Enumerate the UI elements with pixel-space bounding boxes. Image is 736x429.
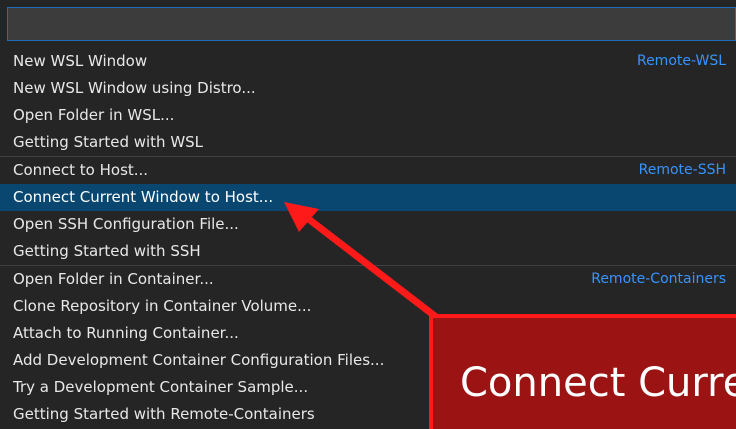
item-label: Getting Started with SSH (13, 242, 201, 260)
item-label: Connect to Host... (13, 161, 149, 179)
list-item[interactable]: Getting Started with SSH (0, 238, 736, 265)
annotation-callout: Connect Curre (429, 314, 736, 429)
group-label: Remote-SSH (638, 162, 726, 178)
selected-list-item[interactable]: Connect Current Window to Host... (0, 184, 736, 211)
item-label: Add Development Container Configuration … (13, 351, 385, 369)
item-label: Attach to Running Container... (13, 324, 239, 342)
search-input[interactable] (7, 7, 736, 41)
list-item[interactable]: Open Folder in Container... Remote-Conta… (0, 266, 736, 293)
item-label: New WSL Window (13, 52, 148, 70)
group-label: Remote-Containers (591, 271, 726, 287)
item-label: New WSL Window using Distro... (13, 79, 256, 97)
list-item[interactable]: Open SSH Configuration File... (0, 211, 736, 238)
group-label: Remote-WSL (636, 53, 726, 69)
item-label: Try a Development Container Sample... (13, 378, 309, 396)
item-label: Getting Started with WSL (13, 133, 204, 151)
list-item[interactable]: Getting Started with WSL (0, 129, 736, 156)
item-label: Clone Repository in Container Volume... (13, 297, 312, 315)
item-label: Open Folder in WSL... (13, 106, 175, 124)
item-label: Connect Current Window to Host... (13, 188, 274, 206)
group-remote-ssh: Connect to Host... Remote-SSH Connect Cu… (0, 156, 736, 265)
group-remote-wsl: New WSL Window Remote-WSL New WSL Window… (0, 48, 736, 156)
list-item[interactable]: Open Folder in WSL... (0, 102, 736, 129)
list-item[interactable]: Connect to Host... Remote-SSH (0, 157, 736, 184)
list-item[interactable]: New WSL Window Remote-WSL (0, 48, 736, 75)
item-label: Open SSH Configuration File... (13, 215, 239, 233)
callout-text: Connect Curre (460, 360, 736, 406)
command-palette: New WSL Window Remote-WSL New WSL Window… (0, 0, 736, 429)
list-item[interactable]: New WSL Window using Distro... (0, 75, 736, 102)
item-label: Getting Started with Remote-Containers (13, 405, 315, 423)
item-label: Open Folder in Container... (13, 270, 214, 288)
